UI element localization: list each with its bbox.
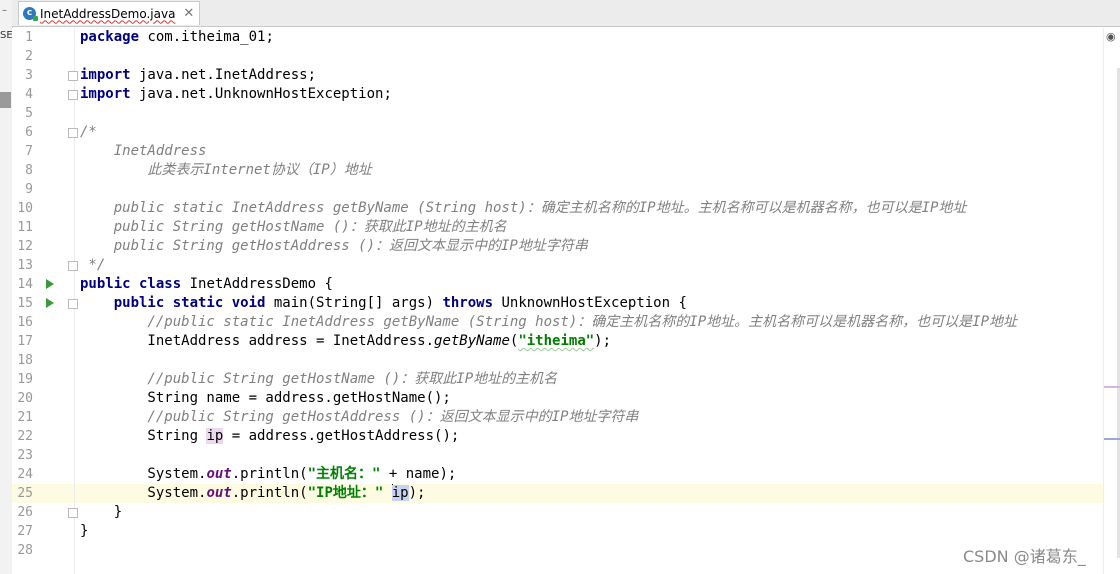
code-line: String name = address.getHostName(); [80, 390, 451, 406]
run-class-icon[interactable] [46, 279, 54, 289]
tab-title: InetAddressDemo.java [40, 6, 176, 21]
line-number: 19 [17, 372, 33, 387]
code-line: import java.net.UnknownHostException; [80, 86, 392, 102]
code-comment: 此类表示Internet协议（IP）地址 [80, 162, 372, 178]
left-panel-dash: – [2, 5, 7, 16]
line-number: 10 [17, 201, 33, 216]
code-line: public static void main(String[] args) t… [113, 295, 687, 311]
editor-scrollbar[interactable]: ◉ [1103, 28, 1120, 574]
code-line: } [80, 504, 123, 520]
line-number: 8 [25, 163, 33, 178]
code-comment: //public static InetAddress getByName (S… [80, 314, 1018, 330]
code-comment: /* [80, 124, 97, 140]
line-number: 16 [17, 315, 33, 330]
code-line: } [80, 523, 89, 539]
line-number: 25 [17, 486, 33, 501]
line-number: 23 [17, 448, 33, 463]
left-panel-label: SE [0, 30, 13, 41]
line-number: 1 [25, 30, 33, 45]
line-number: 7 [25, 144, 33, 159]
code-comment: public String getHostName ()：获取此IP地址的主机名 [80, 219, 507, 235]
editor-tab-bar: c InetAddressDemo.java ✕ [12, 0, 1120, 27]
line-number: 28 [17, 543, 33, 558]
code-comment: public static InetAddress getByName (Str… [80, 200, 967, 216]
line-number: 6 [25, 125, 33, 140]
code-line-current: System.out.println("IP地址：" ip); [80, 484, 426, 501]
code-comment: //public String getHostAddress ()：返回文本显示… [80, 409, 639, 425]
close-icon[interactable]: ✕ [183, 6, 194, 21]
line-number: 13 [17, 258, 33, 273]
code-line: public class InetAddressDemo { [80, 276, 333, 292]
code-line: String ip = address.getHostAddress(); [80, 428, 460, 444]
watermark: CSDN @诸葛东_ [963, 547, 1086, 566]
code-editor[interactable]: package com.itheima_01; import java.net.… [75, 28, 1103, 574]
line-number: 5 [25, 106, 33, 121]
run-main-icon[interactable] [46, 298, 54, 308]
tab-inetaddressdemo[interactable]: c InetAddressDemo.java ✕ [18, 1, 200, 25]
code-line: InetAddress address = InetAddress.getByN… [80, 333, 612, 349]
line-number: 14 [17, 277, 33, 292]
java-class-icon: c [23, 7, 38, 21]
left-panel-scroll-marker[interactable] [0, 92, 11, 108]
line-number: 21 [17, 410, 33, 425]
line-number-gutter[interactable]: 1 2 3 4 5 6 7 8 9 10 11 12 13 14 15 16 1… [12, 28, 78, 574]
line-number: 9 [25, 182, 33, 197]
code-line: import java.net.InetAddress; [80, 67, 317, 83]
usage-marker[interactable] [1104, 438, 1120, 440]
line-number: 22 [17, 429, 33, 444]
code-comment: //public String getHostName ()：获取此IP地址的主… [80, 371, 558, 387]
line-number: 24 [17, 467, 33, 482]
line-number: 26 [17, 505, 33, 520]
code-comment: public String getHostAddress ()：返回文本显示中的… [80, 238, 588, 254]
line-number: 27 [17, 524, 33, 539]
reader-mode-eye-icon[interactable]: ◉ [1106, 30, 1116, 43]
line-number: 12 [17, 239, 33, 254]
usage-marker[interactable] [1104, 386, 1120, 388]
line-number: 4 [25, 87, 33, 102]
line-number: 20 [17, 391, 33, 406]
code-line: package com.itheima_01; [80, 29, 274, 45]
line-number: 3 [25, 68, 33, 83]
line-number: 17 [17, 334, 33, 349]
code-comment: */ [80, 257, 106, 273]
line-number: 2 [25, 49, 33, 64]
code-comment: InetAddress [80, 143, 207, 159]
line-number: 15 [17, 296, 33, 311]
line-number: 18 [17, 353, 33, 368]
line-number: 11 [17, 220, 33, 235]
code-line: System.out.println("主机名：" + name); [80, 466, 457, 482]
